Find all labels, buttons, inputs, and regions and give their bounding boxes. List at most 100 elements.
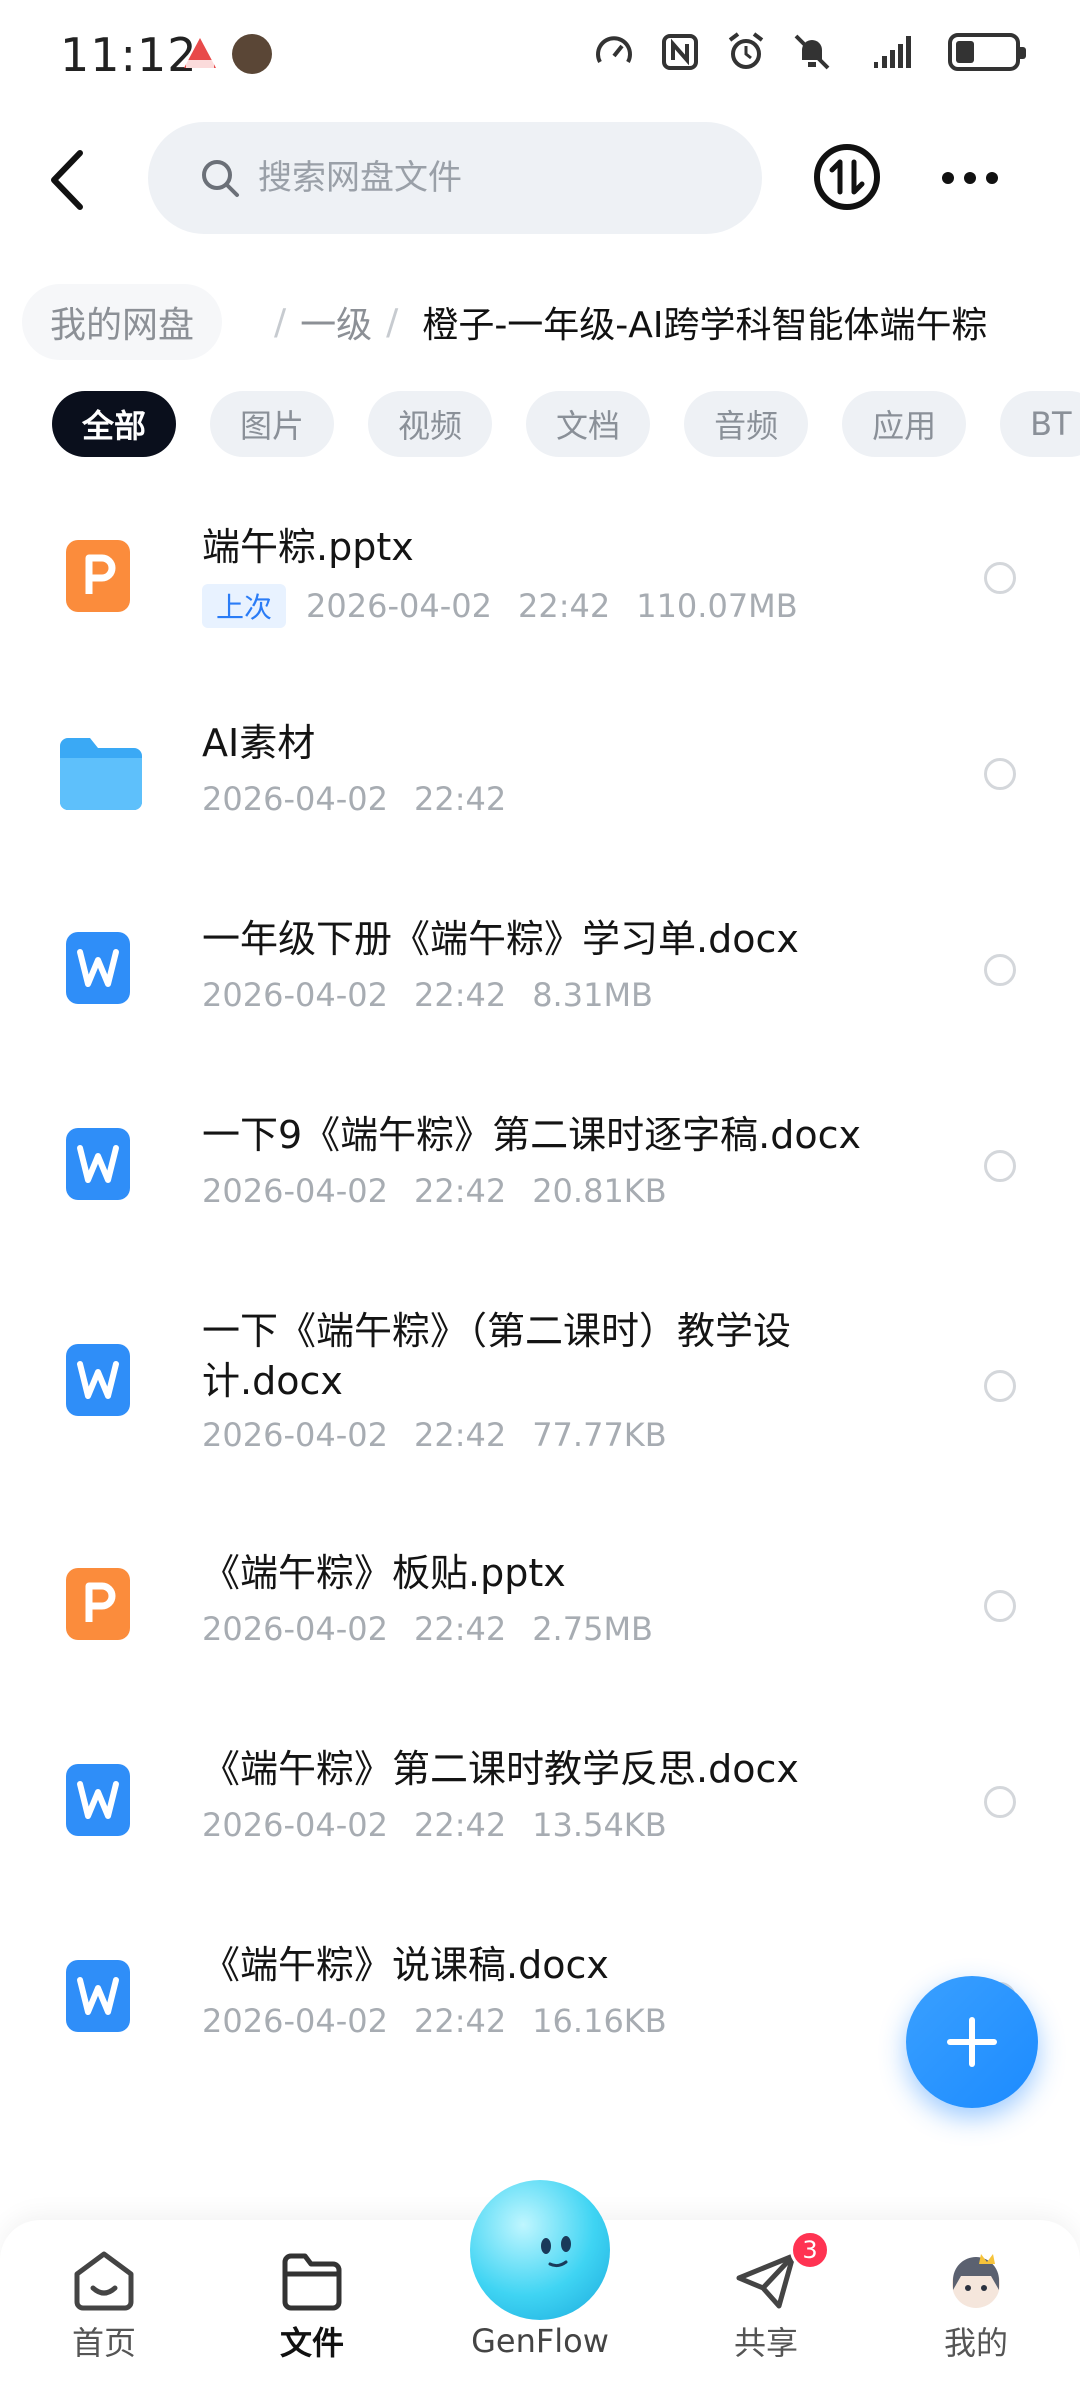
file-name: 一下《端午粽》（第二课时）教学设计.docx (202, 1309, 792, 1403)
select-radio[interactable] (984, 1150, 1016, 1182)
avatar-notification-icon (232, 34, 272, 74)
select-radio[interactable] (984, 1786, 1016, 1818)
profile-avatar-icon (952, 2254, 1000, 2308)
pptx-file-icon (66, 1568, 130, 1640)
select-radio[interactable] (984, 562, 1016, 594)
pptx-file-icon (66, 540, 130, 612)
file-meta: 2026-04-02 22:42 20.81KB (202, 1172, 693, 1210)
filter-chips: 全部 图片 视频 文档 音频 应用 BT (0, 386, 1080, 462)
app-notification-icon (184, 38, 216, 68)
select-radio[interactable] (984, 1590, 1016, 1622)
breadcrumb-separator: / (386, 301, 399, 343)
file-name: 《端午粽》板贴.pptx (202, 1551, 566, 1595)
filter-videos[interactable]: 视频 (368, 391, 493, 457)
folder-nav-icon (282, 2253, 342, 2311)
file-list: 端午粽.pptx 上次 2026-04-02 22:42 110.07MB AI… (0, 500, 1080, 2116)
plus-icon (947, 2017, 997, 2067)
genflow-face-icon (541, 2236, 571, 2268)
file-name: 一下9《端午粽》第二课时逐字稿.docx (202, 1113, 862, 1157)
docx-file-icon (66, 1764, 130, 1836)
file-meta: 2026-04-02 22:42 2.75MB (202, 1610, 679, 1648)
genflow-orb-icon[interactable] (470, 2180, 610, 2320)
file-name: 一年级下册《端午粽》学习单.docx (202, 917, 799, 961)
breadcrumb-root[interactable]: 我的网盘 (22, 284, 223, 360)
file-date: 2026-04-02 (202, 1610, 388, 1648)
file-row[interactable]: 《端午粽》板贴.pptx 2026-04-02 22:42 2.75MB (0, 1528, 1080, 1724)
file-meta: 2026-04-02 22:42 8.31MB (202, 976, 679, 1014)
select-radio[interactable] (984, 1370, 1016, 1402)
nav-share-label: 共享 (733, 2324, 798, 2362)
mute-icon (794, 34, 830, 70)
back-arrow-icon[interactable] (40, 145, 100, 215)
file-size: 8.31MB (532, 976, 653, 1014)
file-row[interactable]: 《端午粽》第二课时教学反思.docx 2026-04-02 22:42 13.5… (0, 1724, 1080, 1920)
filter-images[interactable]: 图片 (210, 391, 335, 457)
filter-bt[interactable]: BT (1000, 391, 1080, 457)
file-meta: 2026-04-02 22:42 (202, 780, 532, 818)
folder-row[interactable]: AI素材 2026-04-02 22:42 (0, 696, 1080, 892)
file-date: 2026-04-02 (202, 1172, 388, 1210)
nav-files[interactable]: 文件 (242, 2250, 382, 2370)
select-radio[interactable] (984, 954, 1016, 986)
file-size: 77.77KB (532, 1416, 667, 1454)
file-name: 《端午粽》第二课时教学反思.docx (202, 1747, 799, 1791)
add-button[interactable] (906, 1976, 1038, 2108)
file-date: 2026-04-02 (202, 780, 388, 818)
last-opened-tag: 上次 (202, 584, 287, 628)
nav-mine[interactable]: 我的 (906, 2250, 1046, 2370)
filter-documents[interactable]: 文档 (526, 391, 651, 457)
file-time: 22:42 (517, 587, 611, 625)
file-date: 2026-04-02 (202, 1806, 388, 1844)
search-input[interactable] (258, 158, 698, 198)
filter-apps[interactable]: 应用 (842, 391, 967, 457)
share-badge: 3 (790, 2230, 830, 2270)
file-time: 22:42 (413, 1172, 507, 1210)
transfer-icon[interactable] (812, 142, 882, 212)
nav-home-label: 首页 (71, 2324, 136, 2362)
filter-audio[interactable]: 音频 (684, 391, 809, 457)
status-bar: 11:12 (0, 0, 1080, 110)
filter-all[interactable]: 全部 (52, 391, 177, 457)
breadcrumb-level1[interactable]: 一级 (300, 296, 372, 348)
home-icon (74, 2251, 134, 2311)
file-name: 《端午粽》说课稿.docx (202, 1943, 609, 1987)
header (0, 120, 1080, 240)
file-row[interactable]: 一下《端午粽》（第二课时）教学设计.docx 2026-04-02 22:42 … (0, 1284, 1080, 1528)
file-size: 13.54KB (532, 1806, 667, 1844)
breadcrumb-current: 橙子-一年级-AI跨学科智能体端午粽 (422, 305, 988, 346)
battery-icon (948, 33, 1026, 71)
file-size: 20.81KB (532, 1172, 667, 1210)
search-icon (202, 160, 239, 197)
status-time: 11:12 (60, 28, 198, 82)
alarm-icon (728, 32, 764, 69)
breadcrumb: 我的网盘 / 一级 / 橙子-一年级-AI跨学科智能体端午粽 (0, 272, 1080, 372)
file-row[interactable]: 端午粽.pptx 上次 2026-04-02 22:42 110.07MB (0, 500, 1080, 696)
select-radio[interactable] (984, 758, 1016, 790)
file-name: 端午粽.pptx (202, 525, 414, 569)
file-size: 110.07MB (636, 587, 798, 625)
docx-file-icon (66, 932, 130, 1004)
file-time: 22:42 (413, 1610, 507, 1648)
nfc-icon (662, 34, 698, 70)
nav-files-label: 文件 (279, 2324, 344, 2362)
file-meta: 2026-04-02 22:42 16.16KB (202, 2002, 693, 2040)
speed-icon (596, 36, 632, 63)
breadcrumb-separator: / (274, 301, 287, 343)
search-bar[interactable] (148, 122, 762, 234)
file-size: 2.75MB (532, 1610, 653, 1648)
signal-icon (874, 36, 911, 68)
docx-file-icon (66, 1344, 130, 1416)
more-icon[interactable] (940, 158, 1000, 198)
nav-home[interactable]: 首页 (34, 2250, 174, 2370)
file-date: 2026-04-02 (202, 2002, 388, 2040)
file-row[interactable]: 一年级下册《端午粽》学习单.docx 2026-04-02 22:42 8.31… (0, 892, 1080, 1088)
docx-file-icon (66, 1128, 130, 1200)
file-date: 2026-04-02 (202, 976, 388, 1014)
nav-genflow-label: GenFlow (471, 2322, 609, 2360)
status-icons (594, 32, 1026, 72)
file-row[interactable]: 一下9《端午粽》第二课时逐字稿.docx 2026-04-02 22:42 20… (0, 1088, 1080, 1284)
docx-file-icon (66, 1960, 130, 2032)
file-time: 22:42 (413, 1416, 507, 1454)
file-time: 22:42 (413, 780, 507, 818)
file-date: 2026-04-02 (202, 1416, 388, 1454)
